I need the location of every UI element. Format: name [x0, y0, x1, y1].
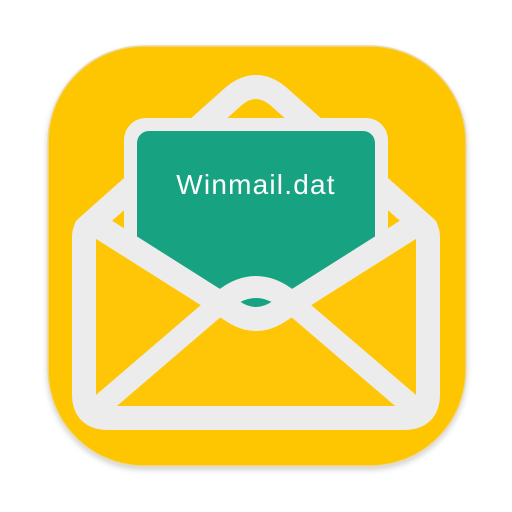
letter-card-label: Winmail.dat — [176, 169, 335, 200]
app-icon[interactable]: Winmail.dat — [0, 0, 512, 512]
app-icon-graphic: Winmail.dat — [47, 45, 467, 467]
